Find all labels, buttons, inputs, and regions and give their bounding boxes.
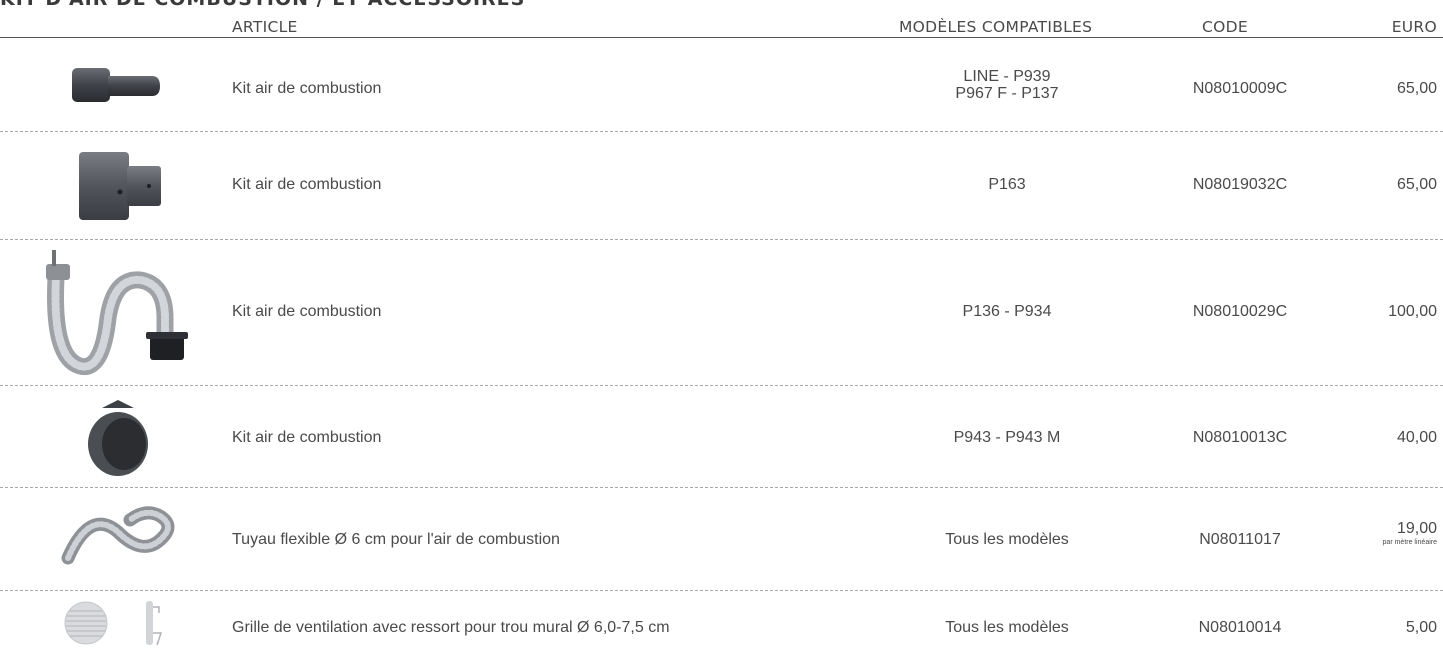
table-row: Kit air de combustion P163 N08019032C 65… bbox=[0, 132, 1443, 240]
row-models: Tous les modèles bbox=[945, 531, 1069, 548]
price-unit-note: par mètre linéaire bbox=[1382, 539, 1437, 546]
table-row: Grille de ventilation avec ressort pour … bbox=[0, 591, 1443, 660]
row-price: 19,00 par mètre linéaire bbox=[1382, 520, 1437, 546]
flexible-hose-kit-image bbox=[46, 250, 188, 376]
row-models: P163 bbox=[988, 176, 1026, 193]
row-article: Grille de ventilation avec ressort pour … bbox=[232, 619, 670, 636]
row-models: P943 - P943 M bbox=[953, 429, 1061, 446]
row-code: N08010014 bbox=[1198, 619, 1282, 636]
flexible-pipe-image bbox=[61, 506, 175, 565]
table-row: Kit air de combustion P136 - P934 N08010… bbox=[0, 240, 1443, 386]
row-code: N08010013C bbox=[1192, 429, 1288, 446]
row-code: N08010029C bbox=[1192, 303, 1288, 320]
header-code: CODE bbox=[1202, 18, 1248, 36]
row-price: 5,00 bbox=[1405, 619, 1437, 636]
table-header: ARTICLE MODÈLES COMPATIBLES CODE EURO bbox=[0, 12, 1443, 38]
ventilation-grille-image bbox=[64, 601, 163, 646]
row-price: 65,00 bbox=[1396, 80, 1437, 97]
table-row: Tuyau flexible Ø 6 cm pour l'air de comb… bbox=[0, 488, 1443, 591]
row-models: LINE - P939 P967 F - P137 bbox=[955, 68, 1059, 102]
row-price: 65,00 bbox=[1396, 176, 1437, 193]
table-row: Kit air de combustion P943 - P943 M N080… bbox=[0, 386, 1443, 488]
header-article: ARTICLE bbox=[232, 18, 298, 36]
row-article: Kit air de combustion bbox=[232, 176, 382, 193]
header-euro: EURO bbox=[1391, 18, 1437, 36]
row-code: N08011017 bbox=[1199, 531, 1281, 548]
row-code: N08019032C bbox=[1192, 176, 1288, 193]
row-article: Kit air de combustion bbox=[232, 303, 382, 320]
row-code: N08010009C bbox=[1192, 80, 1288, 97]
row-models: Tous les modèles bbox=[945, 619, 1069, 636]
row-article: Kit air de combustion bbox=[232, 429, 382, 446]
row-price: 40,00 bbox=[1396, 429, 1437, 446]
wall-adapter-ring-image bbox=[88, 400, 148, 476]
table-row: Kit air de combustion LINE - P939 P967 F … bbox=[0, 40, 1443, 132]
combustion-kit-sleeve-image bbox=[79, 152, 161, 220]
row-models: P136 - P934 bbox=[962, 303, 1052, 320]
section-title: KIT D'AIR DE COMBUSTION / ET ACCESSOIRES bbox=[0, 0, 525, 10]
row-article: Tuyau flexible Ø 6 cm pour l'air de comb… bbox=[232, 531, 560, 548]
row-price: 100,00 bbox=[1388, 303, 1437, 320]
header-models: MODÈLES COMPATIBLES bbox=[899, 18, 1093, 36]
combustion-kit-pipe-image bbox=[72, 68, 160, 102]
row-article: Kit air de combustion bbox=[232, 80, 382, 97]
